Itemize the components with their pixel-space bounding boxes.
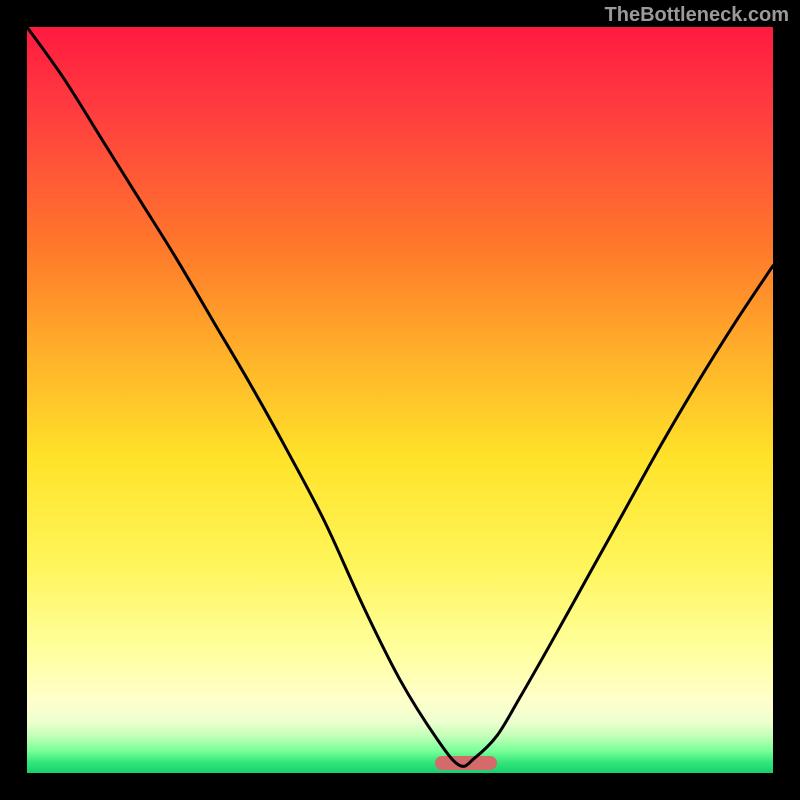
gradient-background [27,27,773,773]
chart-frame: TheBottleneck.com [0,0,800,800]
min-marker [435,756,497,770]
plot-area [27,27,773,773]
watermark-text: TheBottleneck.com [605,4,789,27]
